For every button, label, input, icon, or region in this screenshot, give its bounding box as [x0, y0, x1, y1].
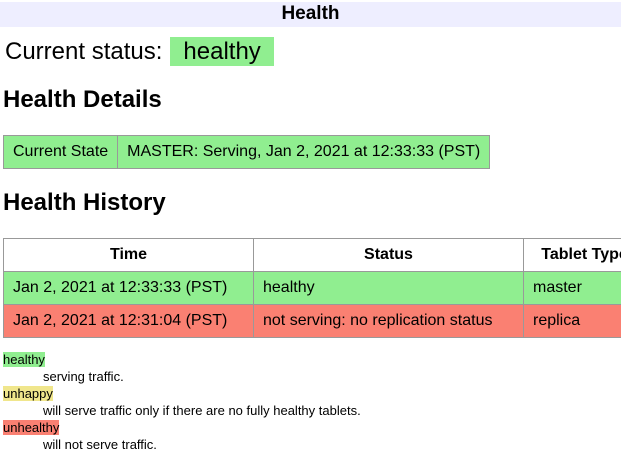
- current-status-label: Current status:: [5, 38, 162, 65]
- history-time-cell: Jan 2, 2021 at 12:33:33 (PST): [4, 272, 254, 305]
- history-row: Jan 2, 2021 at 12:31:04 (PST) not servin…: [4, 305, 621, 338]
- page-content: Current status: healthy Health Details Cu…: [3, 37, 618, 453]
- history-status-cell: healthy: [254, 272, 524, 305]
- history-column-time: Time: [4, 239, 254, 272]
- history-status-cell: not serving: no replication status: [254, 305, 524, 338]
- health-history-heading: Health History: [3, 189, 618, 217]
- legend-term-unhappy: unhappy: [3, 386, 53, 401]
- current-status-line: Current status: healthy: [3, 37, 618, 66]
- current-state-label-cell: Current State: [4, 136, 118, 169]
- current-state-row: Current State MASTER: Serving, Jan 2, 20…: [4, 136, 490, 169]
- health-history-table: Time Status Tablet Type Jan 2, 2021 at 1…: [3, 238, 621, 338]
- legend-term: unhappy: [3, 386, 618, 402]
- history-column-status: Status: [254, 239, 524, 272]
- history-time-cell: Jan 2, 2021 at 12:31:04 (PST): [4, 305, 254, 338]
- history-row: Jan 2, 2021 at 12:33:33 (PST) healthy ma…: [4, 272, 621, 305]
- legend-term-unhealthy: unhealthy: [3, 420, 59, 435]
- history-header-row: Time Status Tablet Type: [4, 239, 621, 272]
- history-tablet-type-cell: master: [524, 272, 621, 305]
- history-tablet-type-cell: replica: [524, 305, 621, 338]
- history-column-tablet-type: Tablet Type: [524, 239, 621, 272]
- legend-description-unhealthy: will not serve traffic.: [43, 437, 618, 453]
- legend-description-healthy: serving traffic.: [43, 369, 618, 385]
- legend-term: healthy: [3, 352, 618, 368]
- current-status-badge: healthy: [170, 37, 273, 66]
- health-details-heading: Health Details: [3, 86, 618, 114]
- legend-term: unhealthy: [3, 420, 618, 436]
- page-title: Health: [0, 2, 621, 27]
- legend-term-healthy: healthy: [3, 352, 45, 367]
- status-legend: healthy serving traffic. unhappy will se…: [3, 352, 618, 453]
- health-details-table: Current State MASTER: Serving, Jan 2, 20…: [3, 135, 490, 169]
- current-state-value-cell: MASTER: Serving, Jan 2, 2021 at 12:33:33…: [118, 136, 490, 169]
- legend-description-unhappy: will serve traffic only if there are no …: [43, 403, 618, 419]
